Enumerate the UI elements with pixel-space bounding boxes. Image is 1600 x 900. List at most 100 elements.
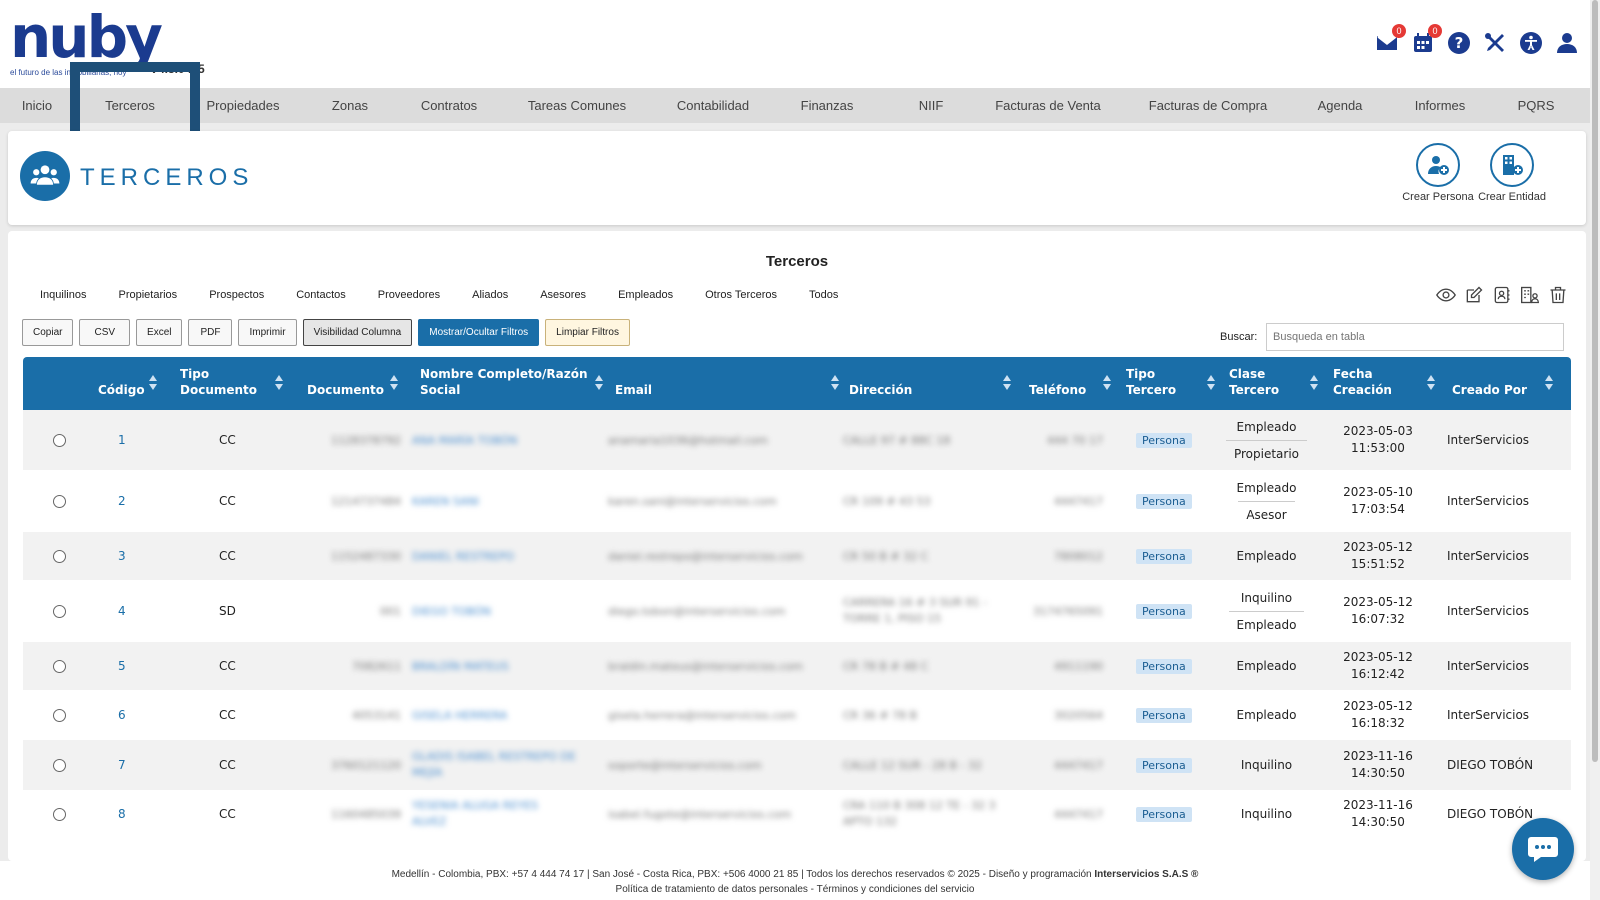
nav-item-facturas-compra[interactable]: Facturas de Compra: [1118, 98, 1298, 113]
tools-icon[interactable]: [1482, 30, 1508, 56]
sort-icon[interactable]: [1103, 375, 1111, 391]
row-code[interactable]: 8: [118, 790, 126, 838]
nav-item-contabilidad[interactable]: Contabilidad: [656, 98, 770, 113]
sort-icon[interactable]: [1310, 375, 1318, 391]
table-row[interactable]: 4 SD 001 DIEGO TOBÓN diego.tobon@interse…: [23, 580, 1571, 642]
row-code[interactable]: 5: [118, 642, 126, 690]
sort-icon[interactable]: [831, 375, 839, 391]
user-icon[interactable]: [1554, 30, 1580, 56]
row-code[interactable]: 4: [118, 580, 126, 642]
view-icon[interactable]: [1436, 285, 1456, 305]
sort-icon[interactable]: [1207, 375, 1215, 391]
column-visibility-button[interactable]: Visibilidad Columna: [302, 319, 413, 346]
nav-item-contratos[interactable]: Contratos: [400, 98, 498, 113]
print-button[interactable]: Imprimir: [238, 319, 297, 346]
nav-item-terceros[interactable]: Terceros: [74, 98, 186, 113]
col-header-nombre[interactable]: Nombre Completo/Razón Social: [420, 357, 590, 410]
row-name[interactable]: BRALDÍN MATEUS: [412, 642, 602, 690]
row-code[interactable]: 7: [118, 740, 126, 790]
csv-button[interactable]: CSV: [79, 319, 131, 346]
row-name[interactable]: YESENIA ALUGA REYES ALVEZ: [412, 790, 562, 838]
col-header-documento[interactable]: Documento: [307, 357, 397, 410]
filter-tab-aliados[interactable]: Aliados: [456, 289, 524, 301]
row-radio[interactable]: [53, 708, 66, 722]
sort-icon[interactable]: [595, 375, 603, 391]
row-code[interactable]: 3: [118, 532, 126, 580]
row-radio[interactable]: [53, 433, 66, 447]
calendar-icon[interactable]: 0: [1410, 24, 1442, 56]
row-radio[interactable]: [53, 604, 66, 618]
nav-item-informes[interactable]: Informes: [1382, 98, 1498, 113]
chat-button[interactable]: [1512, 818, 1574, 880]
edit-icon[interactable]: [1464, 285, 1484, 305]
building-user-icon[interactable]: [1520, 285, 1540, 305]
contact-card-icon[interactable]: [1492, 285, 1512, 305]
table-row[interactable]: 2 CC 1214737484 KAREN SANI karen.sani@in…: [23, 470, 1571, 532]
row-code[interactable]: 1: [118, 410, 126, 470]
table-row[interactable]: 1 CC 1128378792 ANA MARÍA TOBÓN anamaria…: [23, 410, 1571, 470]
table-row[interactable]: 8 CC 1160485039 YESENIA ALUGA REYES ALVE…: [23, 790, 1571, 838]
nav-item-finanzas[interactable]: Finanzas: [770, 98, 884, 113]
page-scrollbar[interactable]: [1590, 0, 1600, 900]
row-name[interactable]: GLADIS ISABEL RESTREPO DE MEJÍA: [412, 740, 592, 790]
footer-company[interactable]: Interservicios S.A.S ®: [1094, 869, 1198, 880]
col-header-creado-por[interactable]: Creado Por: [1452, 357, 1532, 410]
sort-icon[interactable]: [1003, 375, 1011, 391]
nav-item-propiedades[interactable]: Propiedades: [186, 98, 300, 113]
filter-tab-asesores[interactable]: Asesores: [524, 289, 602, 301]
col-header-telefono[interactable]: Teléfono: [1029, 357, 1099, 410]
help-icon[interactable]: ?: [1446, 30, 1472, 56]
row-radio[interactable]: [53, 758, 66, 772]
row-radio[interactable]: [53, 494, 66, 508]
footer-legal-links[interactable]: Política de tratamiento de datos persona…: [0, 882, 1590, 897]
accessibility-icon[interactable]: [1518, 30, 1544, 56]
excel-button[interactable]: Excel: [136, 319, 183, 346]
pdf-button[interactable]: PDF: [188, 319, 233, 346]
mail-icon[interactable]: 0: [1374, 24, 1406, 56]
row-radio[interactable]: [53, 549, 66, 563]
filter-tab-otros-terceros[interactable]: Otros Terceros: [689, 289, 793, 301]
col-header-tipo-documento[interactable]: Tipo Documento: [180, 357, 270, 410]
nav-item-niif[interactable]: NIIF: [884, 98, 978, 113]
sort-icon[interactable]: [275, 375, 283, 391]
nav-item-zonas[interactable]: Zonas: [300, 98, 400, 113]
sort-icon[interactable]: [390, 375, 398, 391]
nav-item-tareas-comunes[interactable]: Tareas Comunes: [498, 98, 656, 113]
row-name[interactable]: GISELA HERRERA: [412, 690, 602, 740]
col-header-email[interactable]: Email: [615, 357, 695, 410]
toggle-filters-button[interactable]: Mostrar/Ocultar Filtros: [418, 319, 540, 346]
col-header-clase-tercero[interactable]: Clase Tercero: [1229, 357, 1289, 410]
sort-icon[interactable]: [1545, 375, 1553, 391]
table-row[interactable]: 5 CC 7082611 BRALDÍN MATEUS braldin.mate…: [23, 642, 1571, 690]
table-row[interactable]: 7 CC 3760121120 GLADIS ISABEL RESTREPO D…: [23, 740, 1571, 790]
row-radio[interactable]: [53, 659, 66, 673]
nuby-logo[interactable]: nuby el futuro de las inmobiliarias, hoy…: [10, 8, 210, 80]
filter-tab-contactos[interactable]: Contactos: [280, 289, 362, 301]
scrollbar-thumb[interactable]: [1592, 0, 1598, 762]
table-row[interactable]: 6 CC 4053141 GISELA HERRERA gisela.herre…: [23, 690, 1571, 740]
filter-tab-empleados[interactable]: Empleados: [602, 289, 689, 301]
row-radio[interactable]: [53, 807, 66, 821]
nav-item-facturas-venta[interactable]: Facturas de Venta: [978, 98, 1118, 113]
create-entity-button[interactable]: Crear Entidad: [1474, 143, 1550, 203]
nav-item-agenda[interactable]: Agenda: [1298, 98, 1382, 113]
nav-item-pqrs[interactable]: PQRS: [1498, 98, 1574, 113]
sort-icon[interactable]: [1427, 375, 1435, 391]
filter-tab-prospectos[interactable]: Prospectos: [193, 289, 280, 301]
row-code[interactable]: 6: [118, 690, 126, 740]
clear-filters-button[interactable]: Limpiar Filtros: [545, 319, 630, 346]
filter-tab-proveedores[interactable]: Proveedores: [362, 289, 456, 301]
sort-icon[interactable]: [149, 375, 157, 391]
col-header-fecha-creacion[interactable]: Fecha Creación: [1333, 357, 1403, 410]
col-header-direccion[interactable]: Dirección: [849, 357, 929, 410]
filter-tab-inquilinos[interactable]: Inquilinos: [24, 289, 102, 301]
filter-tab-propietarios[interactable]: Propietarios: [102, 289, 193, 301]
trash-icon[interactable]: [1548, 285, 1568, 305]
col-header-tipo-tercero[interactable]: Tipo Tercero: [1126, 357, 1186, 410]
filter-tab-todos[interactable]: Todos: [793, 289, 854, 301]
copy-button[interactable]: Copiar: [22, 319, 74, 346]
row-name[interactable]: KAREN SANI: [412, 470, 602, 532]
row-name[interactable]: DIEGO TOBÓN: [412, 580, 602, 642]
table-row[interactable]: 3 CC 1152487330 DANIEL RESTREPO daniel.r…: [23, 532, 1571, 580]
row-name[interactable]: DANIEL RESTREPO: [412, 532, 602, 580]
